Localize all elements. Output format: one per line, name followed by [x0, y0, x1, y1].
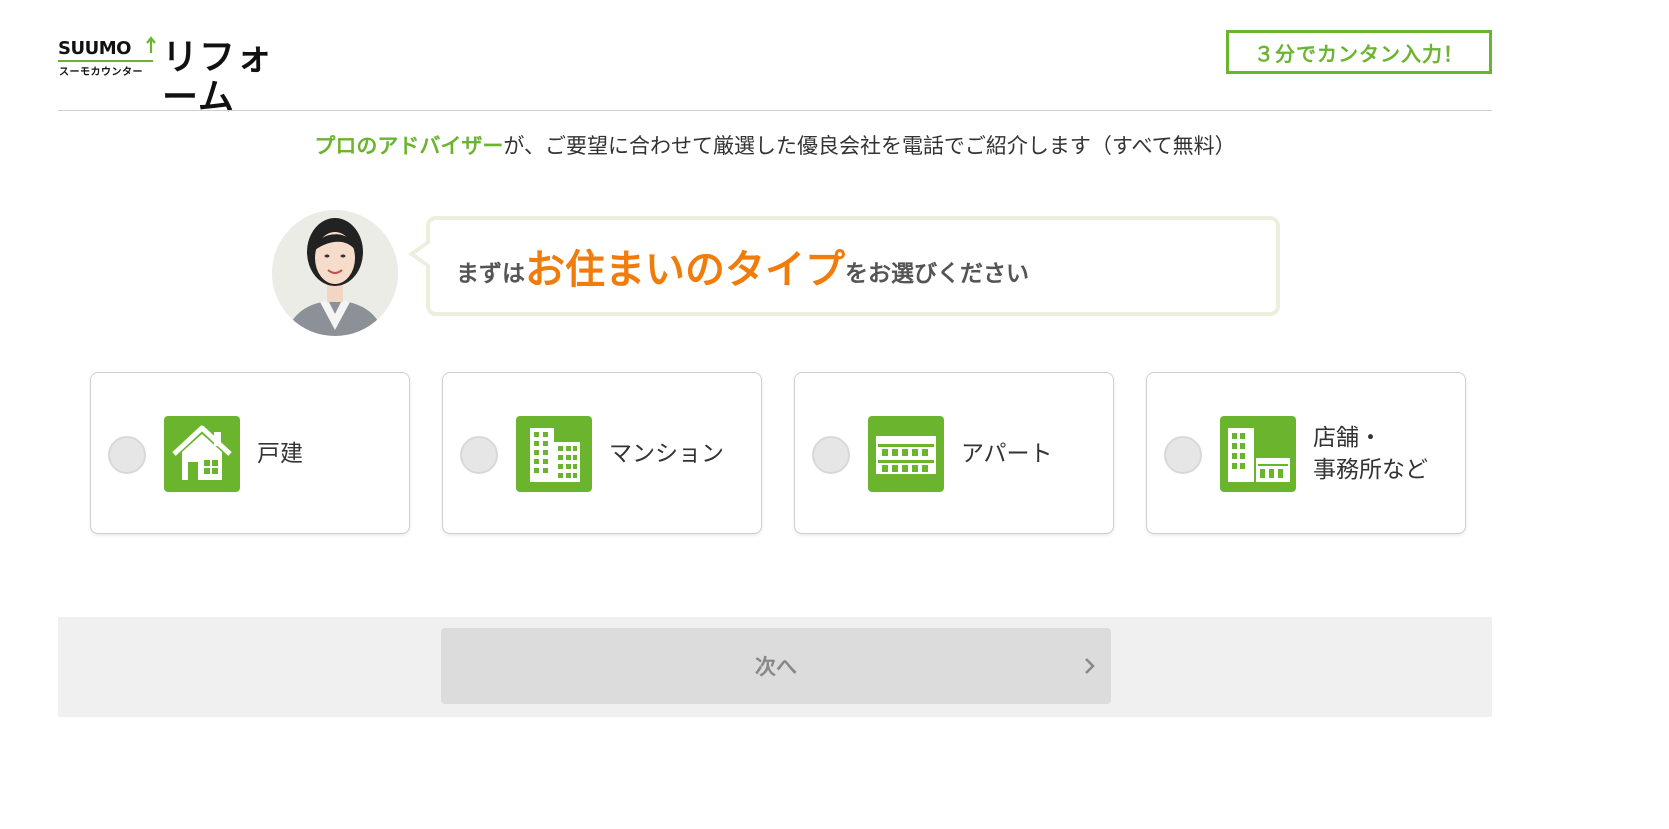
option-detached-house[interactable]: 戸建 [90, 372, 410, 534]
intro-text: プロのアドバイザーが、ご要望に合わせて厳選した優良会社を電話でご紹介します（すべ… [0, 130, 1550, 160]
option-label: アパート [961, 441, 1053, 467]
bubble-tail-inner [415, 243, 430, 265]
intro-highlight: プロのアドバイザー [314, 134, 504, 158]
option-label: 店舗・ 事務所など [1313, 425, 1428, 483]
radio-button[interactable] [812, 436, 850, 474]
bubble-prefix: まずは [456, 261, 525, 287]
bubble-message: まずはお住まいのタイプをお選びください [456, 237, 1029, 295]
speech-bubble: まずはお住まいのタイプをお選びください [426, 216, 1280, 316]
shop-office-icon [1220, 416, 1296, 492]
page: SUUMO スーモカウンター リフォーム ３分でカンタン入力！ プロのアドバイザ… [0, 0, 1669, 829]
header: SUUMO スーモカウンター リフォーム ３分でカンタン入力！ [58, 30, 1492, 118]
header-divider [58, 110, 1492, 111]
option-apartment[interactable]: アパート [794, 372, 1114, 534]
quick-input-badge: ３分でカンタン入力！ [1226, 30, 1492, 74]
radio-button[interactable] [460, 436, 498, 474]
bubble-emphasis: お住まいのタイプ [525, 247, 845, 293]
advisor-illustration [272, 210, 398, 336]
advisor-portrait [272, 190, 398, 336]
option-label: マンション [609, 441, 724, 467]
next-button-label: 次へ [755, 655, 797, 679]
intro-body: が、ご要望に合わせて厳選した優良会社を電話でご紹介します（すべて無料） [503, 134, 1236, 158]
bubble-suffix: をお選びください [845, 261, 1029, 287]
advisor-photo [272, 210, 398, 336]
option-shop-office[interactable]: 店舗・ 事務所など [1146, 372, 1466, 534]
logo-brand-text: SUUMO [58, 38, 131, 59]
logo-sub-text: スーモカウンター [59, 67, 143, 78]
suumo-reform-logo[interactable]: SUUMO スーモカウンター リフォーム [58, 36, 308, 118]
logo-arrow-icon [146, 36, 156, 53]
next-button[interactable]: 次へ [441, 628, 1111, 704]
low-rise-apartment-icon [868, 416, 944, 492]
logo-underline [58, 60, 153, 62]
apartment-building-icon [516, 416, 592, 492]
option-mansion[interactable]: マンション [442, 372, 762, 534]
house-icon [164, 416, 240, 492]
logo-product-text: リフォーム [162, 37, 274, 118]
radio-button[interactable] [1164, 436, 1202, 474]
option-label: 戸建 [257, 441, 303, 467]
chevron-right-icon [1085, 658, 1095, 674]
radio-button[interactable] [108, 436, 146, 474]
housing-type-options: 戸建 マンション アパート 店舗・ 事務所など [90, 372, 1466, 534]
